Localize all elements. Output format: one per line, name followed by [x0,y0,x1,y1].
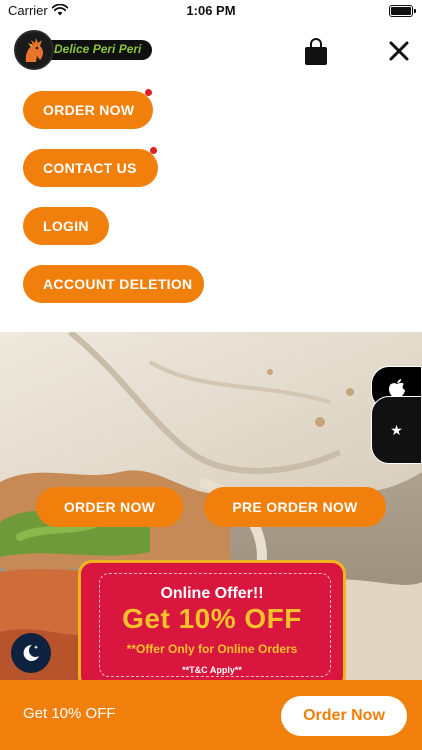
menu-item-label: LOGIN [43,218,89,234]
reviews-tab[interactable]: ★ [371,396,422,464]
bottom-order-now-button[interactable]: Order Now [281,696,407,736]
brand-logo[interactable]: Delice Peri Peri [14,30,152,70]
bottom-offer-text: Get 10% OFF [23,705,116,722]
status-bar: Carrier 1:06 PM [0,0,422,22]
notification-dot [150,147,157,154]
app-screen: Carrier 1:06 PM Delice Peri Peri ORDER N… [0,0,422,750]
menu-item-contact-us[interactable]: CONTACT US [23,149,158,187]
pre-order-now-button[interactable]: PRE ORDER NOW [204,487,386,527]
apple-icon [388,379,405,398]
menu-item-label: ORDER NOW [43,102,135,118]
online-offer-card[interactable]: Online Offer!! Get 10% OFF **Offer Only … [78,560,346,690]
rooster-icon [14,30,54,70]
bottom-order-now-label: Order Now [303,707,385,724]
offer-headline: Get 10% OFF [122,603,302,634]
offer-title: Online Offer!! [160,585,264,602]
shopping-bag-icon[interactable] [304,38,328,66]
pre-order-now-label: PRE ORDER NOW [232,499,358,515]
offer-subtitle: **Offer Only for Online Orders [126,642,298,656]
battery-icon [389,5,416,17]
hero-order-now-label: ORDER NOW [63,499,156,515]
moon-stars-icon [23,644,39,661]
brand-name: Delice Peri Peri [54,42,142,56]
menu-item-login[interactable]: LOGIN [23,207,109,245]
bottom-offer-bar: Get 10% OFF Order Now [0,680,422,750]
top-header: Delice Peri Peri [0,22,422,80]
close-icon[interactable] [388,40,410,62]
clock: 1:06 PM [186,3,236,18]
star-icon: ★ [390,421,403,438]
menu-item-label: CONTACT US [43,160,137,176]
hero-order-now-button[interactable]: ORDER NOW [36,487,183,527]
dark-mode-toggle[interactable] [11,633,51,673]
menu-item-label: ACCOUNT DELETION [43,276,193,292]
menu-item-order-now[interactable]: ORDER NOW [23,91,153,129]
menu-item-account-deletion[interactable]: ACCOUNT DELETION [23,265,204,303]
offer-terms: **T&C Apply** [182,665,242,675]
notification-dot [145,89,152,96]
